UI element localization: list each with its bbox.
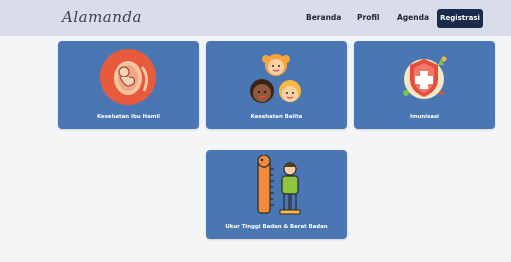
card-label: Ukur Tinggi Badan & Berat Badan: [225, 224, 328, 230]
registrasi-button[interactable]: Registrasi: [437, 9, 483, 28]
pregnancy-icon: [100, 49, 156, 105]
brand-logo[interactable]: Alamanda: [62, 8, 142, 26]
nav-link-agenda[interactable]: Agenda: [397, 13, 429, 22]
navbar: Alamanda Beranda Profil Agenda Registras…: [0, 0, 511, 36]
height-measure-icon: [257, 155, 301, 215]
health-shield-icon: [403, 56, 447, 99]
card-label: Kesehatan Balita: [250, 114, 303, 120]
nav-link-beranda[interactable]: Beranda: [306, 13, 341, 22]
children-icon: [250, 54, 301, 103]
card-kesehatan-balita[interactable]: Kesehatan Balita: [206, 41, 347, 129]
card-label: Kesehatan Ibu Hamil: [96, 114, 161, 120]
card-kesehatan-ibu-hamil[interactable]: Kesehatan Ibu Hamil: [58, 41, 199, 129]
card-ukur-tinggi-berat-badan[interactable]: Ukur Tinggi Badan & Berat Badan: [206, 150, 347, 239]
nav-link-profil[interactable]: Profil: [357, 13, 379, 22]
card-label: Imunisasi: [409, 114, 440, 120]
card-imunisasi[interactable]: Imunisasi: [354, 41, 495, 129]
